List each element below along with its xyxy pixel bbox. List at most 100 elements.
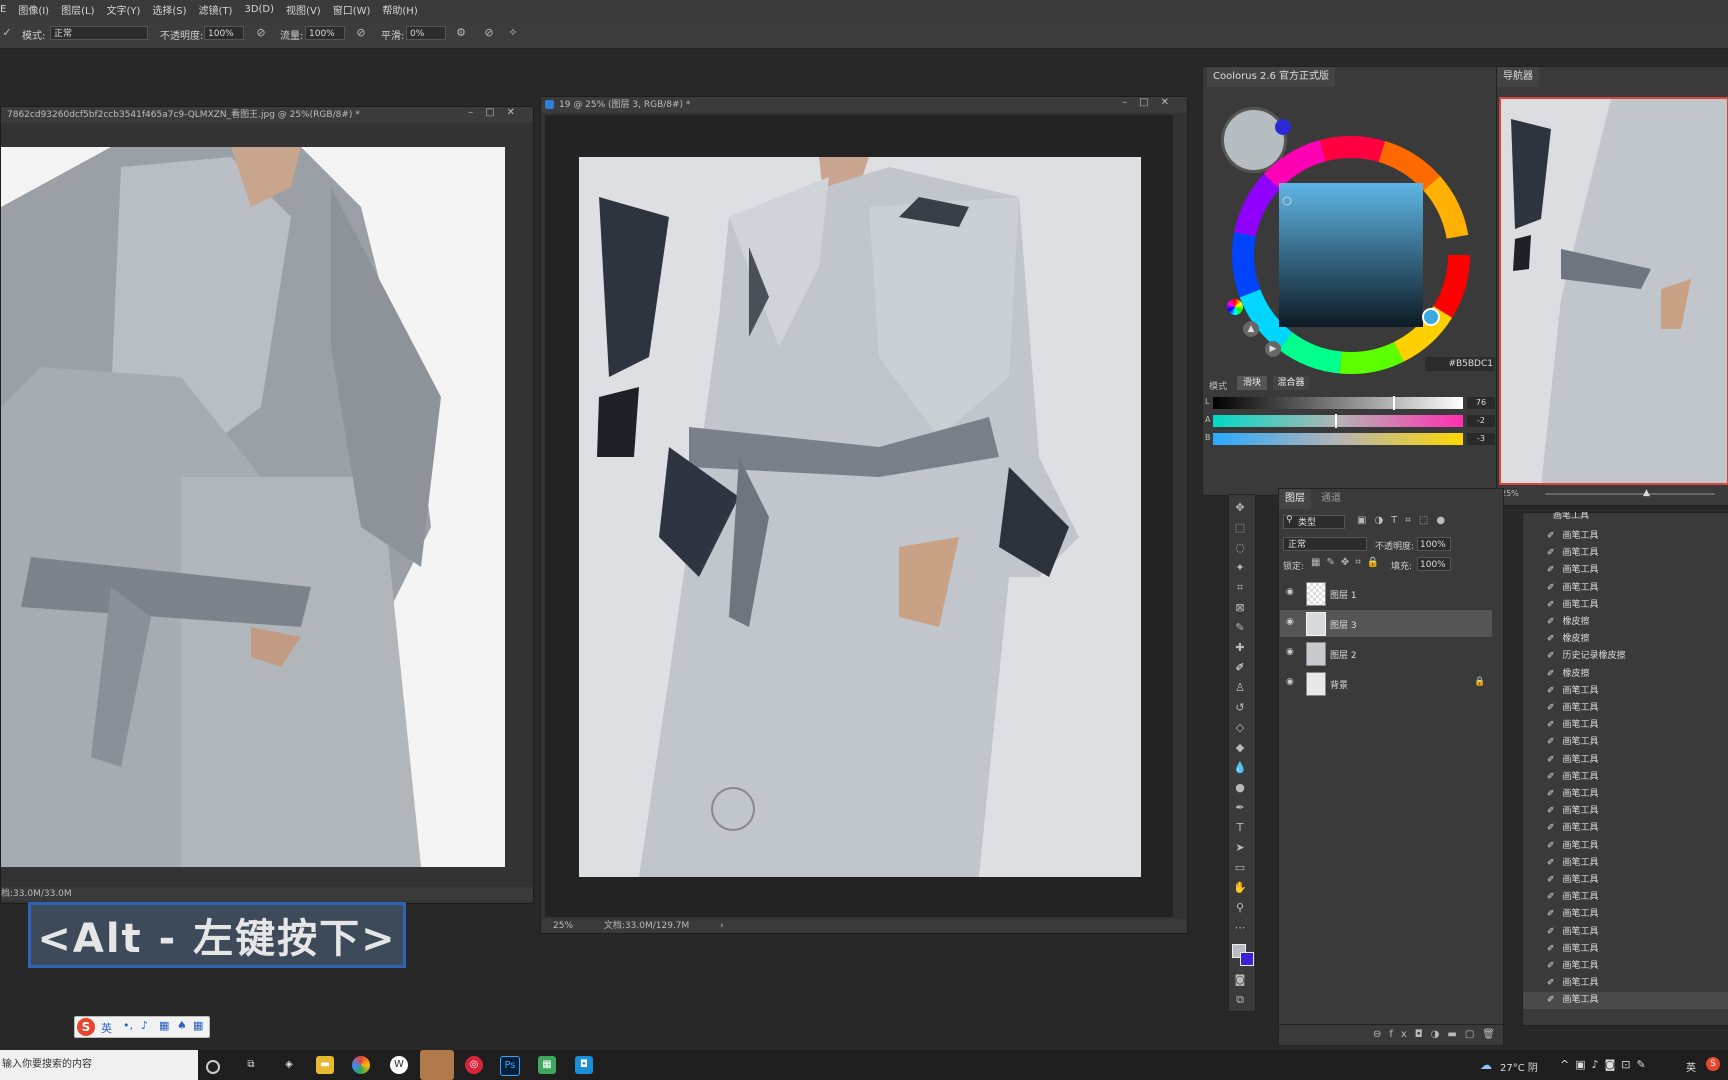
- history-item[interactable]: ✐ 橡皮擦: [1523, 666, 1728, 683]
- tab-layers[interactable]: 图层: [1279, 489, 1311, 509]
- gear-icon[interactable]: ⚙: [454, 26, 468, 40]
- mode-select[interactable]: 正常: [50, 26, 148, 40]
- cortana-icon[interactable]: [206, 1060, 220, 1074]
- eye-icon[interactable]: ◉: [1286, 587, 1294, 597]
- main-window-controls[interactable]: –□✕: [1122, 97, 1181, 108]
- eye-icon[interactable]: ◉: [1286, 677, 1294, 687]
- history-item[interactable]: ✐ 画笔工具: [1523, 889, 1728, 906]
- coolorus-tab[interactable]: Coolorus 2.6 官方正式版: [1207, 67, 1336, 87]
- history-item[interactable]: ✐ 画笔工具: [1523, 597, 1728, 614]
- ime-skin-icon[interactable]: ♠: [177, 1019, 187, 1032]
- history-item[interactable]: ✐ 画笔工具: [1523, 906, 1728, 923]
- layer-name[interactable]: 图层 2: [1330, 648, 1357, 661]
- layer-row[interactable]: ◉ 背景 🔒: [1280, 670, 1492, 697]
- ime-lang[interactable]: 英: [101, 1020, 112, 1036]
- ime-mic-icon[interactable]: ♪: [141, 1019, 148, 1032]
- layer-opacity-field[interactable]: 100%: [1417, 537, 1451, 551]
- bucket-tool-icon[interactable]: ◆: [1230, 740, 1250, 756]
- history-item[interactable]: ✐ 画笔工具: [1523, 769, 1728, 786]
- navigator-tab[interactable]: 导航器: [1497, 67, 1539, 87]
- history-item[interactable]: ✐ 画笔工具: [1523, 545, 1728, 562]
- main-zoom-level[interactable]: 25%: [553, 921, 573, 931]
- stamp-tool-icon[interactable]: ♙: [1230, 680, 1250, 696]
- layer-row-selected[interactable]: ◉ 图层 3: [1280, 610, 1492, 637]
- more-tools-icon[interactable]: ⋯: [1230, 920, 1250, 936]
- tab-slider[interactable]: 滑块: [1237, 376, 1267, 390]
- magic-wand-icon[interactable]: ✦: [1230, 560, 1250, 576]
- layer-name[interactable]: 图层 3: [1330, 618, 1357, 631]
- task-view-icon[interactable]: ⧉: [242, 1056, 260, 1074]
- reference-window-controls[interactable]: –□✕: [468, 107, 527, 118]
- eraser-tool-icon[interactable]: ◇: [1230, 720, 1250, 736]
- history-item[interactable]: ✐ 画笔工具: [1523, 528, 1728, 545]
- menu-select[interactable]: 选择(S): [152, 2, 186, 17]
- slider-b-track[interactable]: [1213, 433, 1463, 445]
- pressure-opacity-icon[interactable]: ⊘: [254, 26, 268, 40]
- app-w-icon[interactable]: W: [390, 1056, 408, 1074]
- photoshop-icon[interactable]: Ps: [500, 1056, 520, 1076]
- zoom-tool-icon[interactable]: ⚲: [1230, 900, 1250, 916]
- navigator-zoom-handle[interactable]: ▲: [1643, 488, 1650, 498]
- menu-view[interactable]: 视图(V): [286, 2, 321, 17]
- history-item[interactable]: ✐ 画笔工具: [1523, 838, 1728, 855]
- smooth-field[interactable]: 0%: [406, 26, 446, 40]
- dodge-tool-icon[interactable]: ●: [1230, 780, 1250, 796]
- slider-b-value[interactable]: -3: [1467, 433, 1495, 445]
- history-item[interactable]: ✐ 画笔工具: [1523, 958, 1728, 975]
- frame-tool-icon[interactable]: ⊠: [1230, 600, 1250, 616]
- history-item[interactable]: ✐ 画笔工具: [1523, 941, 1728, 958]
- hand-tool-icon[interactable]: ✋: [1230, 880, 1250, 896]
- layer-name[interactable]: 背景: [1330, 678, 1348, 691]
- history-item[interactable]: ✐ 画笔工具: [1523, 855, 1728, 872]
- slider-l-track[interactable]: [1213, 397, 1463, 409]
- history-item[interactable]: ✐ 画笔工具: [1523, 975, 1728, 992]
- menu-cut-icon[interactable]: E: [0, 4, 6, 15]
- slider-l-value[interactable]: 76: [1467, 397, 1495, 409]
- navigator-preview[interactable]: [1499, 97, 1728, 485]
- history-item[interactable]: ✐ 橡皮擦: [1523, 614, 1728, 631]
- tab-channels[interactable]: 通道: [1315, 489, 1347, 509]
- layer-footer-icons[interactable]: ⊖fx◘◑▬▢🗑: [1279, 1024, 1503, 1045]
- history-item[interactable]: ✐ 画笔工具: [1523, 924, 1728, 941]
- history-item[interactable]: ✐ 画笔工具: [1523, 752, 1728, 769]
- history-item[interactable]: ✐ 画笔工具: [1523, 992, 1728, 1010]
- triangle-icon[interactable]: ▲: [1243, 321, 1259, 337]
- ime-punct-icon[interactable]: •,: [123, 1019, 133, 1032]
- slider-a-handle[interactable]: [1335, 414, 1337, 428]
- eyedropper-icon[interactable]: ✎: [1230, 620, 1250, 636]
- history-item-partial[interactable]: 画笔工具: [1523, 512, 1728, 524]
- crop-tool-icon[interactable]: ⌗: [1230, 580, 1250, 596]
- wheel-mode-icon[interactable]: [1227, 299, 1243, 315]
- color-wheel[interactable]: [1223, 127, 1479, 383]
- history-brush-icon[interactable]: ↺: [1230, 700, 1250, 716]
- layer-row[interactable]: ◉ 图层 1: [1280, 580, 1492, 607]
- history-item[interactable]: ✐ 橡皮擦: [1523, 631, 1728, 648]
- background-color-swatch[interactable]: [1240, 952, 1254, 966]
- path-select-icon[interactable]: ➤: [1230, 840, 1250, 856]
- history-item[interactable]: ✐ 画笔工具: [1523, 717, 1728, 734]
- history-item[interactable]: ✐ 画笔工具: [1523, 580, 1728, 597]
- marquee-tool-icon[interactable]: ⬚: [1230, 520, 1250, 536]
- file-explorer-icon[interactable]: ▬: [316, 1056, 334, 1074]
- menu-filter[interactable]: 滤镜(T): [199, 2, 233, 17]
- painting-canvas[interactable]: [579, 157, 1141, 877]
- tray-lang[interactable]: 英: [1686, 1059, 1696, 1074]
- menu-3d[interactable]: 3D(D): [244, 4, 274, 15]
- layer-name[interactable]: 图层 1: [1330, 588, 1357, 601]
- menu-image[interactable]: 图像(I): [18, 2, 49, 17]
- layer-blend-select[interactable]: 正常: [1283, 537, 1367, 551]
- taskbar-search[interactable]: 输入你要搜索的内容: [0, 1050, 198, 1080]
- quick-mask-icon[interactable]: ◙: [1230, 972, 1250, 988]
- navigator-zoom-slider[interactable]: [1545, 493, 1715, 495]
- screen-mode-icon[interactable]: ⧉: [1230, 992, 1250, 1008]
- history-item[interactable]: ✐ 画笔工具: [1523, 700, 1728, 717]
- layer-filter-icons[interactable]: ▣◑T⌗⬚●: [1357, 515, 1453, 526]
- history-item[interactable]: ✐ 画笔工具: [1523, 683, 1728, 700]
- history-item[interactable]: ✐ 画笔工具: [1523, 803, 1728, 820]
- weather-text[interactable]: 27°C 阴: [1500, 1059, 1538, 1074]
- opacity-field[interactable]: 100%: [204, 26, 244, 40]
- pressure-size-icon[interactable]: ⊘: [482, 26, 496, 40]
- blur-tool-icon[interactable]: 💧: [1230, 760, 1250, 776]
- ime-keyboard-icon[interactable]: ▦: [159, 1019, 169, 1032]
- eye-icon[interactable]: ◉: [1286, 647, 1294, 657]
